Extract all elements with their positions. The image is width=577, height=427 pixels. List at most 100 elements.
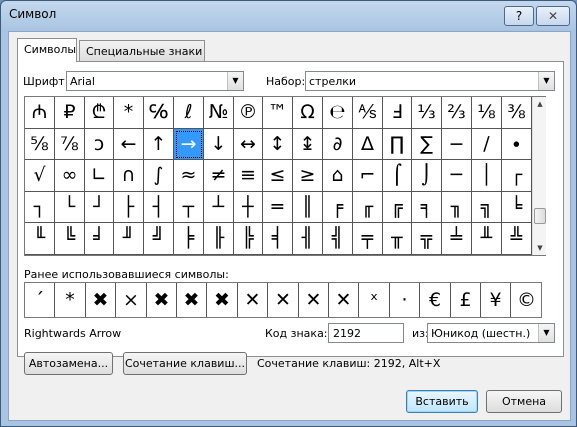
symbol-cell[interactable]: ╖ bbox=[442, 192, 472, 223]
recent-symbol-cell[interactable]: £ bbox=[451, 283, 481, 317]
symbol-cell[interactable]: ⅔ bbox=[442, 97, 472, 129]
recent-symbol-cell[interactable]: ´ bbox=[25, 283, 55, 317]
scroll-thumb[interactable] bbox=[534, 208, 546, 224]
symbol-cell[interactable]: * bbox=[114, 97, 144, 129]
symbol-cell[interactable]: ⅛ bbox=[472, 97, 502, 129]
symbol-cell[interactable]: ↓ bbox=[204, 129, 234, 160]
symbol-cell[interactable]: ∂ bbox=[323, 129, 353, 160]
symbol-cell[interactable]: ⌐ bbox=[353, 160, 383, 192]
symbol-cell[interactable]: ℮ bbox=[323, 97, 353, 129]
symbol-cell[interactable]: − bbox=[442, 129, 472, 160]
symbol-cell[interactable]: ╥ bbox=[383, 223, 412, 255]
symbol-cell[interactable]: ┬ bbox=[174, 192, 204, 223]
symbol-cell[interactable]: ╣ bbox=[323, 223, 353, 255]
symbol-cell[interactable]: ╓ bbox=[353, 192, 383, 223]
symbol-cell[interactable]: ─ bbox=[442, 160, 472, 192]
symbol-cell[interactable]: ╢ bbox=[293, 223, 323, 255]
symbol-cell[interactable]: ∫ bbox=[144, 160, 174, 192]
symbol-cell[interactable]: ∏ bbox=[383, 129, 412, 160]
shortcut-key-button[interactable]: Сочетание клавиш... bbox=[123, 352, 247, 375]
from-select[interactable]: Юникод (шестн.) ▼ bbox=[427, 323, 555, 343]
font-select[interactable]: Arial ▼ bbox=[66, 71, 244, 91]
tab-special-characters[interactable]: Специальные знаки bbox=[79, 40, 205, 62]
symbol-cell[interactable]: │ bbox=[472, 160, 502, 192]
symbol-cell[interactable]: ∞ bbox=[55, 160, 85, 192]
symbol-cell[interactable]: ┴ bbox=[204, 192, 234, 223]
symbol-cell[interactable]: ∙ bbox=[502, 129, 532, 160]
symbol-cell[interactable]: ∕ bbox=[472, 129, 502, 160]
symbol-cell[interactable]: ⅍ bbox=[353, 97, 383, 129]
symbol-cell[interactable]: ╞ bbox=[174, 223, 204, 255]
symbol-cell[interactable]: ═ bbox=[263, 192, 293, 223]
recent-symbol-cell[interactable]: ✕ bbox=[299, 283, 329, 317]
symbol-cell[interactable]: ℓ bbox=[174, 97, 204, 129]
symbol-cell[interactable]: → bbox=[174, 129, 204, 160]
symbol-cell[interactable]: № bbox=[204, 97, 234, 129]
symbol-cell[interactable]: ╦ bbox=[412, 223, 442, 255]
recent-symbol-cell[interactable]: ✕ bbox=[238, 283, 268, 317]
symbol-cell[interactable]: ⌡ bbox=[412, 160, 442, 192]
symbol-cell[interactable]: ℅ bbox=[144, 97, 174, 129]
symbol-cell[interactable]: ⅞ bbox=[55, 129, 85, 160]
symbol-cell[interactable]: ╚ bbox=[55, 223, 85, 255]
symbol-cell[interactable]: ┼ bbox=[234, 192, 263, 223]
symbol-cell[interactable]: ↕ bbox=[263, 129, 293, 160]
subset-select[interactable]: стрелки ▼ bbox=[305, 71, 555, 91]
insert-button[interactable]: Вставить bbox=[406, 390, 478, 413]
symbol-cell[interactable]: ≠ bbox=[204, 160, 234, 192]
symbol-cell[interactable]: ⅜ bbox=[502, 97, 532, 129]
symbol-cell[interactable]: ∩ bbox=[114, 160, 144, 192]
symbol-cell[interactable]: ← bbox=[114, 129, 144, 160]
recent-symbol-cell[interactable]: · bbox=[390, 283, 420, 317]
symbol-cell[interactable]: ₾ bbox=[85, 97, 114, 129]
recent-symbol-cell[interactable]: ✖ bbox=[86, 283, 116, 317]
recent-symbol-cell[interactable]: * bbox=[55, 283, 86, 317]
symbol-cell[interactable]: ╘ bbox=[502, 192, 532, 223]
symbol-cell[interactable]: ╕ bbox=[412, 192, 442, 223]
symbol-cell[interactable]: ₽ bbox=[55, 97, 85, 129]
symbol-cell[interactable]: ∑ bbox=[412, 129, 442, 160]
recent-symbol-cell[interactable]: ✕ bbox=[329, 283, 359, 317]
symbol-cell[interactable]: ╜ bbox=[114, 223, 144, 255]
symbol-cell[interactable]: ╠ bbox=[234, 223, 263, 255]
symbol-cell[interactable]: ↔ bbox=[234, 129, 263, 160]
symbol-cell[interactable]: ╙ bbox=[25, 223, 55, 255]
symbol-cell[interactable]: ╧ bbox=[442, 223, 472, 255]
symbol-cell[interactable]: ⅝ bbox=[25, 129, 55, 160]
symbol-cell[interactable]: ╤ bbox=[353, 223, 383, 255]
cancel-button[interactable]: Отмена bbox=[486, 390, 562, 413]
symbol-cell[interactable]: ⌂ bbox=[323, 160, 353, 192]
recent-symbol-cell[interactable]: ¥ bbox=[481, 283, 511, 317]
symbol-cell[interactable]: ║ bbox=[293, 192, 323, 223]
symbol-cell[interactable]: ≤ bbox=[263, 160, 293, 192]
symbol-cell[interactable]: ≡ bbox=[234, 160, 263, 192]
symbol-cell[interactable]: ╛ bbox=[85, 223, 114, 255]
recent-symbol-cell[interactable]: © bbox=[511, 283, 542, 317]
symbol-cell[interactable]: ⅓ bbox=[412, 97, 442, 129]
symbol-cell[interactable]: ↄ bbox=[85, 129, 114, 160]
recent-symbol-cell[interactable]: ✖ bbox=[207, 283, 238, 317]
symbol-cell[interactable]: ∟ bbox=[85, 160, 114, 192]
symbol-cell[interactable]: ├ bbox=[114, 192, 144, 223]
character-code-input[interactable]: 2192 bbox=[328, 323, 404, 343]
help-button[interactable]: ? bbox=[504, 6, 534, 26]
recent-symbol-cell[interactable]: ✖ bbox=[177, 283, 207, 317]
autocorrect-button[interactable]: Автозамена... bbox=[24, 352, 113, 375]
symbol-cell[interactable]: ┘ bbox=[85, 192, 114, 223]
grid-scrollbar[interactable]: ▲ ▼ bbox=[532, 97, 546, 255]
recent-symbol-cell[interactable]: € bbox=[420, 283, 451, 317]
symbol-cell[interactable]: ╩ bbox=[502, 223, 532, 255]
symbol-cell[interactable]: ⌠ bbox=[383, 160, 412, 192]
symbol-cell[interactable]: ┌ bbox=[502, 160, 532, 192]
symbol-cell[interactable]: ↨ bbox=[293, 129, 323, 160]
symbol-cell[interactable]: ™ bbox=[263, 97, 293, 129]
symbol-cell[interactable]: ≥ bbox=[293, 160, 323, 192]
recent-symbol-cell[interactable]: × bbox=[116, 283, 147, 317]
symbol-cell[interactable]: √ bbox=[25, 160, 55, 192]
symbol-cell[interactable]: ∆ bbox=[353, 129, 383, 160]
symbol-cell[interactable]: ℗ bbox=[234, 97, 263, 129]
symbol-cell[interactable]: ↑ bbox=[144, 129, 174, 160]
symbol-cell[interactable]: ╝ bbox=[144, 223, 174, 255]
symbol-cell[interactable]: ╔ bbox=[383, 192, 412, 223]
recent-symbol-cell[interactable]: ✖ bbox=[147, 283, 177, 317]
